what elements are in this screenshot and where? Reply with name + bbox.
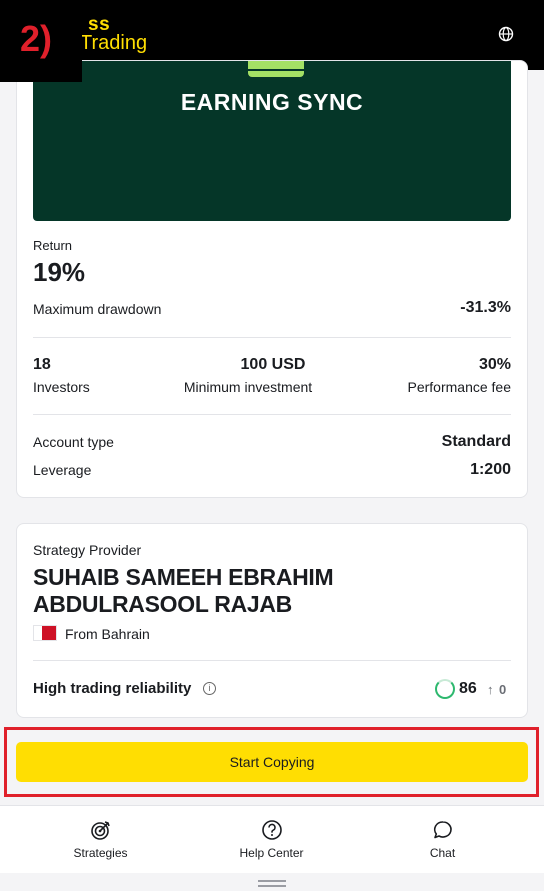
return-value: 19% [33,257,86,287]
performance-fee-label: Performance fee [407,379,512,395]
strategy-card: EARNING SYNC Return 19% Maximum drawdown… [16,60,528,498]
step-number: 2) [20,18,53,59]
reliability-score: 86 [459,680,477,697]
start-copying-button[interactable]: Start Copying [16,742,528,782]
performance-fee-value: 30% [478,356,511,373]
cover-graphic [248,61,304,77]
divider [33,414,511,415]
logo-line2: Trading [80,32,148,54]
divider [33,337,511,338]
bahrain-flag-icon [33,625,57,641]
bottom-nav: Strategies Help Center Chat [0,805,544,873]
nav-strategies-label: Strategies [73,846,128,860]
nav-help-center[interactable]: Help Center [181,806,362,874]
drawdown-label: Maximum drawdown [33,301,162,317]
chat-icon [433,821,452,839]
account-type-label: Account type [33,434,114,450]
globe-icon[interactable] [498,26,514,42]
arrow-up-icon: ↑ [487,682,494,697]
strategies-icon [90,821,110,840]
provider-card: Strategy Provider SUHAIB SAMEEH EBRAHIM … [16,523,528,718]
provider-label: Strategy Provider [33,542,142,558]
page-content: EARNING SYNC Return 19% Maximum drawdown… [0,60,544,805]
drawdown-value: -31.3% [460,299,511,316]
cover-title: EARNING SYNC [180,89,364,115]
provider-country: From Bahrain [65,626,150,642]
strategy-cover: EARNING SYNC [33,61,511,221]
leverage-label: Leverage [33,462,92,478]
nav-help-label: Help Center [239,846,304,860]
reliability-label: High trading reliability [33,680,192,697]
score-delta: 0 [499,682,507,697]
home-indicator[interactable] [0,873,544,891]
nav-chat[interactable]: Chat [352,806,533,874]
account-type-value: Standard [441,433,511,450]
divider [33,660,511,661]
leverage-value: 1:200 [470,461,511,478]
help-icon [261,820,282,840]
score-ring-icon [435,679,455,699]
return-label: Return [33,238,73,253]
min-investment-value: 100 USD [240,356,306,373]
nav-strategies[interactable]: Strategies [10,806,191,874]
info-icon[interactable]: i [203,682,216,695]
nav-chat-label: Chat [429,846,456,860]
step-badge: 2) [0,0,82,82]
provider-name[interactable]: SUHAIB SAMEEH EBRAHIM ABDULRASOOL RAJAB [33,564,513,618]
